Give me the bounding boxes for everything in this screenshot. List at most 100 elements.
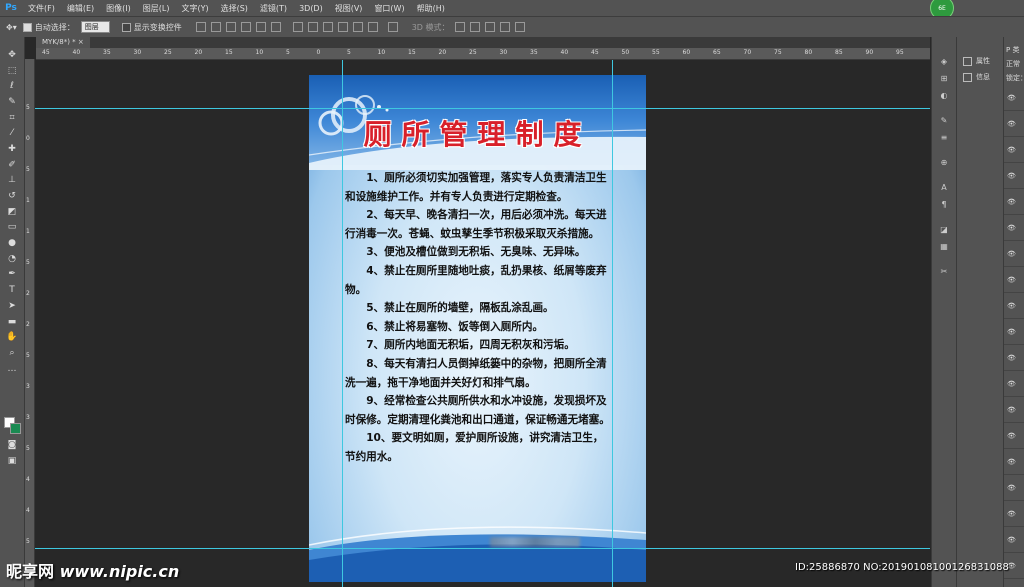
auto-select-checkbox[interactable]: 自动选择： bbox=[22, 22, 75, 33]
menu-edit[interactable]: 编辑(E) bbox=[61, 3, 100, 14]
guide-horizontal[interactable] bbox=[35, 108, 930, 109]
layer-row[interactable]: 👁 bbox=[1004, 215, 1024, 241]
document-canvas[interactable]: 厕所管理制度 1、厕所必须切实加强管理，落实专人负责清洁卫生和设施维护工作。并有… bbox=[309, 75, 646, 582]
styles-panel-icon[interactable]: ◪ bbox=[932, 221, 956, 238]
close-icon[interactable]: × bbox=[78, 38, 84, 46]
menu-type[interactable]: 文字(Y) bbox=[175, 3, 214, 14]
layer-row[interactable]: 👁 bbox=[1004, 423, 1024, 449]
menu-3d[interactable]: 3D(D) bbox=[293, 4, 329, 13]
layer-row[interactable]: 👁 bbox=[1004, 397, 1024, 423]
eye-icon[interactable]: 👁 bbox=[1007, 536, 1016, 544]
ruler-horizontal[interactable]: 45 40 35 30 25 20 15 10 5 0 5 10 15 20 25 30 35 40 45 50 55 6… bbox=[36, 48, 930, 60]
more-tools-icon[interactable]: … bbox=[0, 361, 24, 377]
layer-filter[interactable]: P 类 bbox=[1004, 43, 1024, 57]
eye-icon[interactable]: 👁 bbox=[1007, 510, 1016, 518]
quick-select-tool-icon[interactable]: ✎ bbox=[0, 94, 24, 110]
layer-row[interactable]: 👁 bbox=[1004, 137, 1024, 163]
align-right-icon[interactable] bbox=[270, 22, 281, 32]
slide-3d-icon[interactable] bbox=[499, 22, 510, 32]
align-bottom-icon[interactable] bbox=[225, 22, 236, 32]
gradient-tool-icon[interactable]: ▭ bbox=[0, 220, 24, 236]
eye-icon[interactable]: 👁 bbox=[1007, 432, 1016, 440]
type-tool-icon[interactable]: T bbox=[0, 282, 24, 298]
move-tool-icon[interactable]: ✥ bbox=[0, 47, 24, 63]
eye-icon[interactable]: 👁 bbox=[1007, 406, 1016, 414]
screen-mode-icon[interactable]: ▣ bbox=[0, 453, 24, 469]
lasso-tool-icon[interactable]: ℓ bbox=[0, 78, 24, 94]
pen-tool-icon[interactable]: ✒ bbox=[0, 267, 24, 283]
move-tool-icon[interactable]: ✥▾ bbox=[6, 23, 17, 32]
distribute-top-icon[interactable] bbox=[292, 22, 303, 32]
shape-tool-icon[interactable]: ▬ bbox=[0, 314, 24, 330]
roll-3d-icon[interactable] bbox=[469, 22, 480, 32]
tool-presets-panel-icon[interactable]: ✂ bbox=[932, 263, 956, 280]
eye-icon[interactable]: 👁 bbox=[1007, 94, 1016, 102]
distribute-hcenter-icon[interactable] bbox=[352, 22, 363, 32]
swatches-panel-icon[interactable]: ▦ bbox=[932, 238, 956, 255]
eye-icon[interactable]: 👁 bbox=[1007, 276, 1016, 284]
layer-row[interactable]: 👁 bbox=[1004, 267, 1024, 293]
clone-source-panel-icon[interactable]: ⊕ bbox=[932, 154, 956, 171]
menu-filter[interactable]: 滤镜(T) bbox=[254, 3, 293, 14]
info-tab[interactable]: 信息 bbox=[957, 69, 1003, 85]
clone-stamp-tool-icon[interactable]: ⊥ bbox=[0, 173, 24, 189]
eye-icon[interactable]: 👁 bbox=[1007, 328, 1016, 336]
blur-tool-icon[interactable]: ● bbox=[0, 235, 24, 251]
distribute-vcenter-icon[interactable] bbox=[307, 22, 318, 32]
layer-row[interactable]: 👁 bbox=[1004, 527, 1024, 553]
guide-vertical[interactable] bbox=[342, 60, 343, 587]
drag-3d-icon[interactable] bbox=[484, 22, 495, 32]
layer-row[interactable]: 👁 bbox=[1004, 475, 1024, 501]
eye-icon[interactable]: 👁 bbox=[1007, 172, 1016, 180]
distribute-bottom-icon[interactable] bbox=[322, 22, 333, 32]
marquee-tool-icon[interactable]: ⬚ bbox=[0, 63, 24, 79]
align-vcenter-icon[interactable] bbox=[210, 22, 221, 32]
layer-row[interactable]: 👁 bbox=[1004, 241, 1024, 267]
scale-3d-icon[interactable] bbox=[514, 22, 525, 32]
eye-icon[interactable]: 👁 bbox=[1007, 120, 1016, 128]
layer-row[interactable]: 👁 bbox=[1004, 189, 1024, 215]
channels-panel-icon[interactable]: ≡ bbox=[932, 129, 956, 146]
menu-select[interactable]: 选择(S) bbox=[215, 3, 254, 14]
layer-row[interactable]: 👁 bbox=[1004, 85, 1024, 111]
path-select-tool-icon[interactable]: ➤ bbox=[0, 298, 24, 314]
crop-tool-icon[interactable]: ⌗ bbox=[0, 110, 24, 126]
properties-tab[interactable]: 属性 bbox=[957, 53, 1003, 69]
distribute-left-icon[interactable] bbox=[337, 22, 348, 32]
layer-row[interactable]: 👁 bbox=[1004, 501, 1024, 527]
align-top-icon[interactable] bbox=[195, 22, 206, 32]
eye-icon[interactable]: 👁 bbox=[1007, 354, 1016, 362]
hand-tool-icon[interactable]: ✋ bbox=[0, 329, 24, 345]
distribute-right-icon[interactable] bbox=[367, 22, 378, 32]
photoshop-logo[interactable]: Ps bbox=[0, 0, 22, 16]
character-panel-icon[interactable]: A bbox=[932, 179, 956, 196]
menu-layer[interactable]: 图层(L) bbox=[137, 3, 176, 14]
history-panel-icon[interactable]: ⊞ bbox=[932, 70, 956, 87]
menu-file[interactable]: 文件(F) bbox=[22, 3, 61, 14]
layer-row[interactable]: 👁 bbox=[1004, 371, 1024, 397]
background-color-swatch[interactable] bbox=[10, 423, 21, 434]
menu-window[interactable]: 窗口(W) bbox=[368, 3, 410, 14]
guide-horizontal[interactable] bbox=[35, 548, 930, 549]
quick-mask-icon[interactable]: ◙ bbox=[0, 437, 24, 453]
blend-mode-select[interactable]: 正常 bbox=[1004, 57, 1024, 71]
history-brush-tool-icon[interactable]: ↺ bbox=[0, 188, 24, 204]
show-transform-checkbox[interactable]: 显示变换控件 bbox=[121, 22, 182, 33]
eye-icon[interactable]: 👁 bbox=[1007, 484, 1016, 492]
eye-icon[interactable]: 👁 bbox=[1007, 250, 1016, 258]
brush-tool-icon[interactable]: ✐ bbox=[0, 157, 24, 173]
eye-icon[interactable]: 👁 bbox=[1007, 198, 1016, 206]
eye-icon[interactable]: 👁 bbox=[1007, 146, 1016, 154]
adjustments-panel-icon[interactable]: ◐ bbox=[932, 87, 956, 104]
menu-view[interactable]: 视图(V) bbox=[329, 3, 369, 14]
layer-row[interactable]: 👁 bbox=[1004, 449, 1024, 475]
dodge-tool-icon[interactable]: ◔ bbox=[0, 251, 24, 267]
menu-help[interactable]: 帮助(H) bbox=[411, 3, 451, 14]
eye-icon[interactable]: 👁 bbox=[1007, 224, 1016, 232]
layer-row[interactable]: 👁 bbox=[1004, 293, 1024, 319]
healing-brush-tool-icon[interactable]: ✚ bbox=[0, 141, 24, 157]
auto-align-icon[interactable] bbox=[387, 22, 398, 32]
layer-row[interactable]: 👁 bbox=[1004, 163, 1024, 189]
menu-image[interactable]: 图像(I) bbox=[100, 3, 137, 14]
document-tab[interactable]: MYK/8*) * × bbox=[36, 37, 90, 48]
